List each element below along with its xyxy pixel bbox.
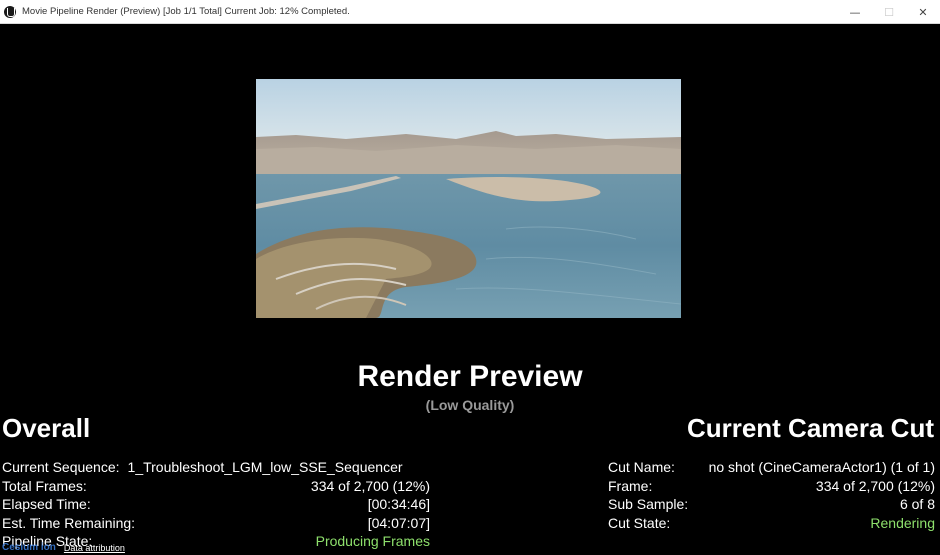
stat-label: Total Frames: (2, 477, 87, 494)
render-preview-image (256, 79, 681, 318)
overall-stats: Current Sequence: 1_Troubleshoot_LGM_low… (2, 458, 430, 551)
frame-row: Frame: 334 of 2,700 (12%) (608, 477, 935, 496)
window-controls: — ☐ ✕ (838, 0, 940, 24)
stat-value: 334 of 2,700 (12%) (815, 477, 935, 494)
cesium-ion-logo: Cesium ion (2, 542, 56, 553)
minimize-button[interactable]: — (838, 0, 872, 24)
cut-name-row: Cut Name: no shot (CineCameraActor1) (1 … (608, 458, 935, 477)
stat-label: Elapsed Time: (2, 496, 91, 512)
close-button[interactable]: ✕ (906, 0, 940, 24)
data-attribution-bar: Cesium ion Data attribution (0, 540, 125, 555)
stat-label: Frame: (608, 477, 653, 494)
est-time-remaining-row: Est. Time Remaining: [04:07:07] (2, 514, 430, 533)
stat-value: [04:07:07] (367, 514, 430, 531)
stat-value: [00:34:46] (367, 496, 430, 512)
maximize-button: ☐ (884, 5, 894, 19)
stat-label: Cut Name: (608, 459, 675, 475)
cut-state-row: Cut State: Rendering (608, 514, 935, 533)
window-title-bar: Movie Pipeline Render (Preview) [Job 1/1… (0, 0, 940, 24)
stat-value: 334 of 2,700 (12%) (310, 477, 430, 494)
stat-value: 1_Troubleshoot_LGM_low_SSE_Sequencer (127, 459, 403, 475)
stat-value: no shot (CineCameraActor1) (1 of 1) (708, 459, 935, 475)
preview-quality-label: (Low Quality) (425, 397, 515, 413)
current-sequence-row: Current Sequence: 1_Troubleshoot_LGM_low… (2, 458, 430, 477)
render-preview-heading: Render Preview (357, 360, 583, 393)
data-attribution-link[interactable]: Data attribution (64, 543, 125, 553)
stat-label: Current Sequence: (2, 459, 120, 475)
unreal-logo-icon (4, 5, 16, 18)
current-camera-cut-heading: Current Camera Cut (686, 413, 934, 443)
stat-label: Sub Sample: (608, 496, 689, 512)
elapsed-time-row: Elapsed Time: [00:34:46] (2, 495, 430, 514)
pipeline-state-value: Producing Frames (315, 533, 430, 549)
cut-state-value: Rendering (870, 514, 935, 531)
sub-sample-row: Sub Sample: 6 of 8 (608, 495, 935, 514)
total-frames-row: Total Frames: 334 of 2,700 (12%) (2, 477, 430, 496)
stat-value: 6 of 8 (899, 496, 935, 512)
camera-cut-stats: Cut Name: no shot (CineCameraActor1) (1 … (608, 458, 935, 532)
window-title: Movie Pipeline Render (Preview) [Job 1/1… (22, 6, 350, 17)
stat-label: Est. Time Remaining: (2, 514, 136, 531)
stat-label: Cut State: (608, 514, 671, 531)
overall-heading: Overall (2, 413, 91, 443)
